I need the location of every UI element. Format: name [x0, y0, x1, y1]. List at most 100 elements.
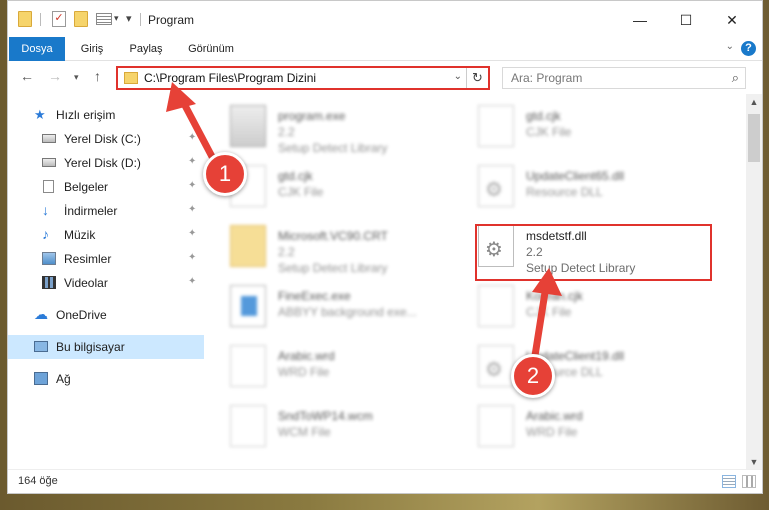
file-icon [478, 285, 514, 327]
file-name: SndToWP14.wcm [278, 409, 373, 423]
cloud-icon: ☁ [34, 306, 48, 322]
drive-icon [42, 158, 56, 167]
sidebar-item-label: Hızlı erişim [56, 108, 116, 122]
vertical-scrollbar[interactable]: ▲ ▼ [746, 94, 762, 470]
sidebar-item-onedrive[interactable]: ☁ OneDrive [8, 303, 204, 327]
step-1-badge: 1 [203, 152, 247, 196]
chevron-down-icon[interactable]: ⌄ [454, 71, 462, 82]
address-path: C:\Program Files\Program Dizini [144, 71, 317, 85]
up-button[interactable]: ↑ [94, 68, 101, 84]
close-button[interactable]: ✕ [712, 7, 752, 33]
folder-item[interactable]: Microsoft.VC90.CRT 2.2 Setup Detect Libr… [208, 217, 448, 275]
scroll-down-button[interactable]: ▼ [746, 454, 762, 470]
sidebar-item-downloads[interactable]: ↓ İndirmeler ✦ [8, 199, 204, 223]
minimize-button[interactable]: — [620, 7, 660, 33]
sidebar-item-label: İndirmeler [64, 204, 118, 218]
forward-button[interactable]: → [48, 68, 62, 84]
tab-share[interactable]: Paylaş [120, 37, 172, 61]
file-item[interactable]: program.exe 2.2 Setup Detect Library [208, 97, 448, 155]
pin-icon: ✦ [188, 276, 197, 287]
sidebar-item-documents[interactable]: Belgeler ✦ [8, 175, 204, 199]
new-folder-icon[interactable] [74, 11, 88, 27]
file-item[interactable]: ⚙ UpdateClient19.dll Resource DLL [456, 337, 696, 395]
file-name: UpdateClient65.dll [526, 169, 625, 183]
sidebar-item-this-pc[interactable]: Bu bilgisayar [8, 335, 204, 359]
file-name: gtd.cjk [526, 109, 561, 123]
scroll-thumb[interactable] [748, 114, 760, 162]
sidebar-item-music[interactable]: ♪ Müzik ✦ [8, 223, 204, 247]
pin-icon: ✦ [188, 228, 197, 239]
file-type: WCM File [278, 425, 331, 439]
details-view-button[interactable] [722, 475, 736, 488]
sidebar-item-label: Resimler [64, 252, 112, 266]
file-type: WRD File [526, 425, 578, 439]
properties-check-icon[interactable]: ✓ [52, 11, 66, 27]
chevron-down-icon[interactable]: ▾ [114, 13, 119, 24]
pin-icon: ✦ [188, 156, 197, 167]
file-item[interactable]: gtd.cjk CJK File [456, 97, 696, 155]
file-description: ABBYY background exe... [278, 305, 417, 319]
sidebar-item-videos[interactable]: Videolar ✦ [8, 271, 204, 295]
folder-icon [124, 72, 138, 84]
search-placeholder: Ara: Program [511, 71, 583, 85]
file-name: Arabic.wrd [526, 409, 583, 423]
file-name: Arabic.wrd [278, 349, 335, 363]
search-box[interactable]: Ara: Program ⌕ [502, 67, 746, 89]
separator [40, 13, 41, 26]
file-type: CJK File [278, 185, 324, 199]
sidebar-item-label: Yerel Disk (C:) [64, 132, 141, 146]
customize-toolbar-icon[interactable]: ▾ [126, 12, 132, 25]
file-item[interactable]: Arabic.wrd WRD File [456, 397, 696, 455]
folder-icon [230, 225, 266, 267]
sidebar-item-local-disk-d[interactable]: Yerel Disk (D:) ✦ [8, 151, 204, 175]
sidebar-item-label: Ağ [56, 372, 71, 386]
sidebar-item-quick-access[interactable]: ★ Hızlı erişim [8, 103, 204, 127]
back-button[interactable]: ← [20, 68, 34, 84]
sidebar-item-local-disk-c[interactable]: Yerel Disk (C:) ✦ [8, 127, 204, 151]
file-type: Resource DLL [526, 185, 603, 199]
file-name: gtd.cjk [278, 169, 313, 183]
file-item[interactable]: SndToWP14.wcm WCM File [208, 397, 448, 455]
sidebar-item-label: Belgeler [64, 180, 109, 194]
address-bar[interactable]: C:\Program Files\Program Dizini ⌄ ↻ [116, 66, 490, 90]
search-icon[interactable]: ⌕ [732, 70, 739, 86]
file-item[interactable]: Arabic.wrd WRD File [208, 337, 448, 395]
tab-home[interactable]: Giriş [68, 37, 116, 61]
maximize-button[interactable]: ☐ [666, 7, 706, 33]
tiles-view-button[interactable] [742, 475, 756, 488]
file-item[interactable]: Korean.cjk CJK File [456, 277, 696, 335]
scroll-up-button[interactable]: ▲ [746, 94, 762, 110]
file-item[interactable]: FineExec.exe ABBYY background exe... [208, 277, 448, 335]
download-icon: ↓ [42, 202, 49, 218]
sidebar-item-label: Yerel Disk (D:) [64, 156, 141, 170]
drive-icon [42, 134, 56, 143]
expand-ribbon-icon[interactable]: ⌄ [726, 41, 734, 52]
sidebar-item-pictures[interactable]: Resimler ✦ [8, 247, 204, 271]
refresh-button[interactable]: ↻ [466, 68, 488, 88]
pin-icon: ✦ [188, 180, 197, 191]
recent-locations-icon[interactable]: ▾ [74, 72, 79, 83]
file-type: WRD File [278, 365, 330, 379]
file-icon [478, 405, 514, 447]
app-logo [241, 296, 257, 316]
help-icon[interactable]: ? [741, 41, 756, 56]
navigation-bar: ← → ▾ ↑ C:\Program Files\Program Dizini … [8, 62, 762, 94]
file-name: FineExec.exe [278, 289, 351, 303]
explorer-window: ✓ ▾ ▾ Program — ☐ ✕ Dosya Giriş Paylaş G… [7, 0, 763, 494]
tab-view[interactable]: Görünüm [178, 37, 244, 61]
sidebar-item-network[interactable]: Ağ [8, 367, 204, 391]
step-2-badge: 2 [511, 354, 555, 398]
separator [140, 13, 141, 26]
file-item[interactable]: ⚙ UpdateClient65.dll Resource DLL [456, 157, 696, 215]
executable-icon [230, 105, 266, 147]
video-icon [42, 276, 56, 289]
sidebar-item-label: Bu bilgisayar [56, 340, 125, 354]
pin-icon: ✦ [188, 204, 197, 215]
sidebar-item-label: OneDrive [56, 308, 107, 322]
window-title: Program [148, 13, 195, 27]
gear-icon: ⚙ [485, 179, 503, 201]
picture-icon [42, 252, 56, 265]
application-icon [230, 285, 266, 327]
tab-file[interactable]: Dosya [9, 37, 65, 61]
view-options-icon[interactable] [96, 13, 112, 25]
